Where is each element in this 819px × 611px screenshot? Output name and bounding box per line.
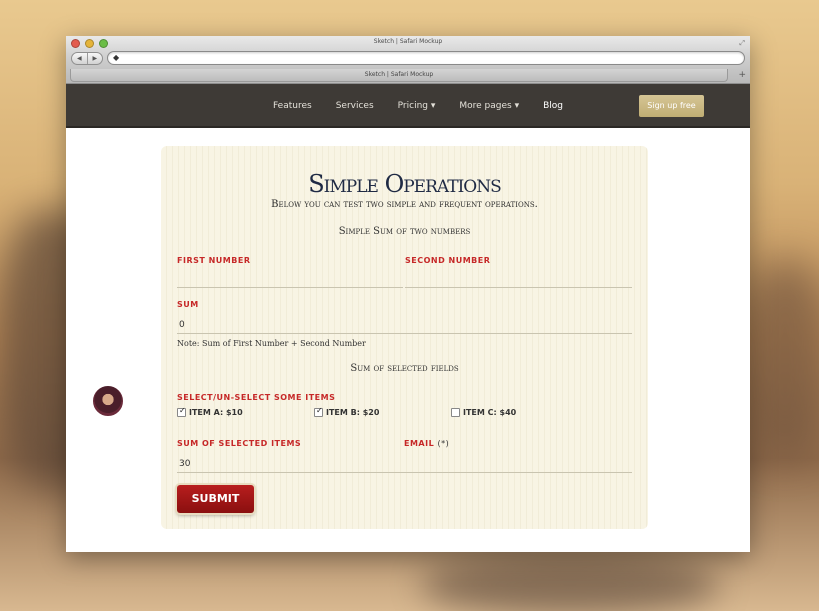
item-b-option[interactable]: ITEM B: $20 — [314, 406, 380, 417]
section-title-selected: Sum of selected fields — [350, 363, 459, 374]
fullscreen-icon[interactable]: ⤢ — [739, 39, 745, 48]
browser-tab[interactable]: Sketch | Safari Mockup — [70, 69, 728, 82]
browser-window: Sketch | Safari Mockup ⤢ ◀ ▶ ◆ Sketch | … — [66, 36, 750, 552]
item-c-checkbox[interactable] — [451, 408, 460, 417]
first-number-input[interactable] — [177, 270, 403, 288]
item-b-checkbox[interactable] — [314, 406, 323, 417]
background-blur — [740, 260, 819, 460]
background-blur — [420, 555, 720, 611]
tab-strip: Sketch | Safari Mockup + — [66, 69, 750, 83]
item-a-checkbox[interactable] — [177, 406, 186, 417]
operations-form: Simple Operations Below you can test two… — [161, 146, 648, 529]
submit-button[interactable]: SUBMIT — [177, 485, 254, 513]
select-items-label: SELECT/UN-SELECT SOME ITEMS — [177, 393, 336, 402]
site-navbar: Features Services Pricing ▾ More pages ▾… — [66, 84, 750, 128]
browser-titlebar: Sketch | Safari Mockup ⤢ ◀ ▶ ◆ Sketch | … — [66, 36, 750, 84]
item-a-label: ITEM A: $10 — [189, 408, 243, 417]
first-number-label: FIRST NUMBER — [177, 256, 251, 265]
window-title: Sketch | Safari Mockup — [373, 38, 443, 45]
sum-note: Note: Sum of First Number + Second Numbe… — [177, 339, 366, 348]
section-title-sum: Simple Sum of two numbers — [338, 226, 471, 237]
signup-button[interactable]: Sign up free — [639, 95, 704, 117]
nav-item-pricing[interactable]: Pricing ▾ — [398, 101, 436, 111]
required-marker: (*) — [437, 439, 450, 448]
url-bar[interactable]: ◆ — [107, 51, 745, 65]
item-b-label: ITEM B: $20 — [326, 408, 380, 417]
email-label: EMAIL (*) — [404, 439, 449, 448]
forward-icon[interactable]: ▶ — [88, 53, 103, 64]
sum-output: 0 — [177, 316, 632, 334]
sum-selected-label: SUM OF SELECTED ITEMS — [177, 439, 302, 448]
back-icon[interactable]: ◀ — [72, 53, 88, 64]
sum-selected-output: 30 — [177, 455, 632, 473]
new-tab-icon[interactable]: + — [738, 69, 746, 81]
item-a-option[interactable]: ITEM A: $10 — [177, 406, 243, 417]
nav-item-services[interactable]: Services — [336, 101, 374, 111]
second-number-input[interactable] — [405, 270, 632, 288]
page-subtitle: Below you can test two simple and freque… — [271, 199, 538, 210]
sum-label: SUM — [177, 300, 199, 309]
avatar[interactable] — [92, 385, 124, 417]
site-icon: ◆ — [113, 53, 120, 62]
nav-links: Features Services Pricing ▾ More pages ▾… — [273, 84, 563, 128]
item-c-option[interactable]: ITEM C: $40 — [451, 408, 516, 417]
page-title: Simple Operations — [308, 170, 502, 198]
second-number-label: SECOND NUMBER — [405, 256, 491, 265]
email-label-text: EMAIL — [404, 439, 435, 448]
history-nav: ◀ ▶ — [71, 52, 103, 65]
item-c-label: ITEM C: $40 — [463, 408, 517, 417]
nav-item-features[interactable]: Features — [273, 101, 312, 111]
nav-item-blog[interactable]: Blog — [543, 101, 563, 111]
nav-item-more-pages[interactable]: More pages ▾ — [459, 101, 519, 111]
